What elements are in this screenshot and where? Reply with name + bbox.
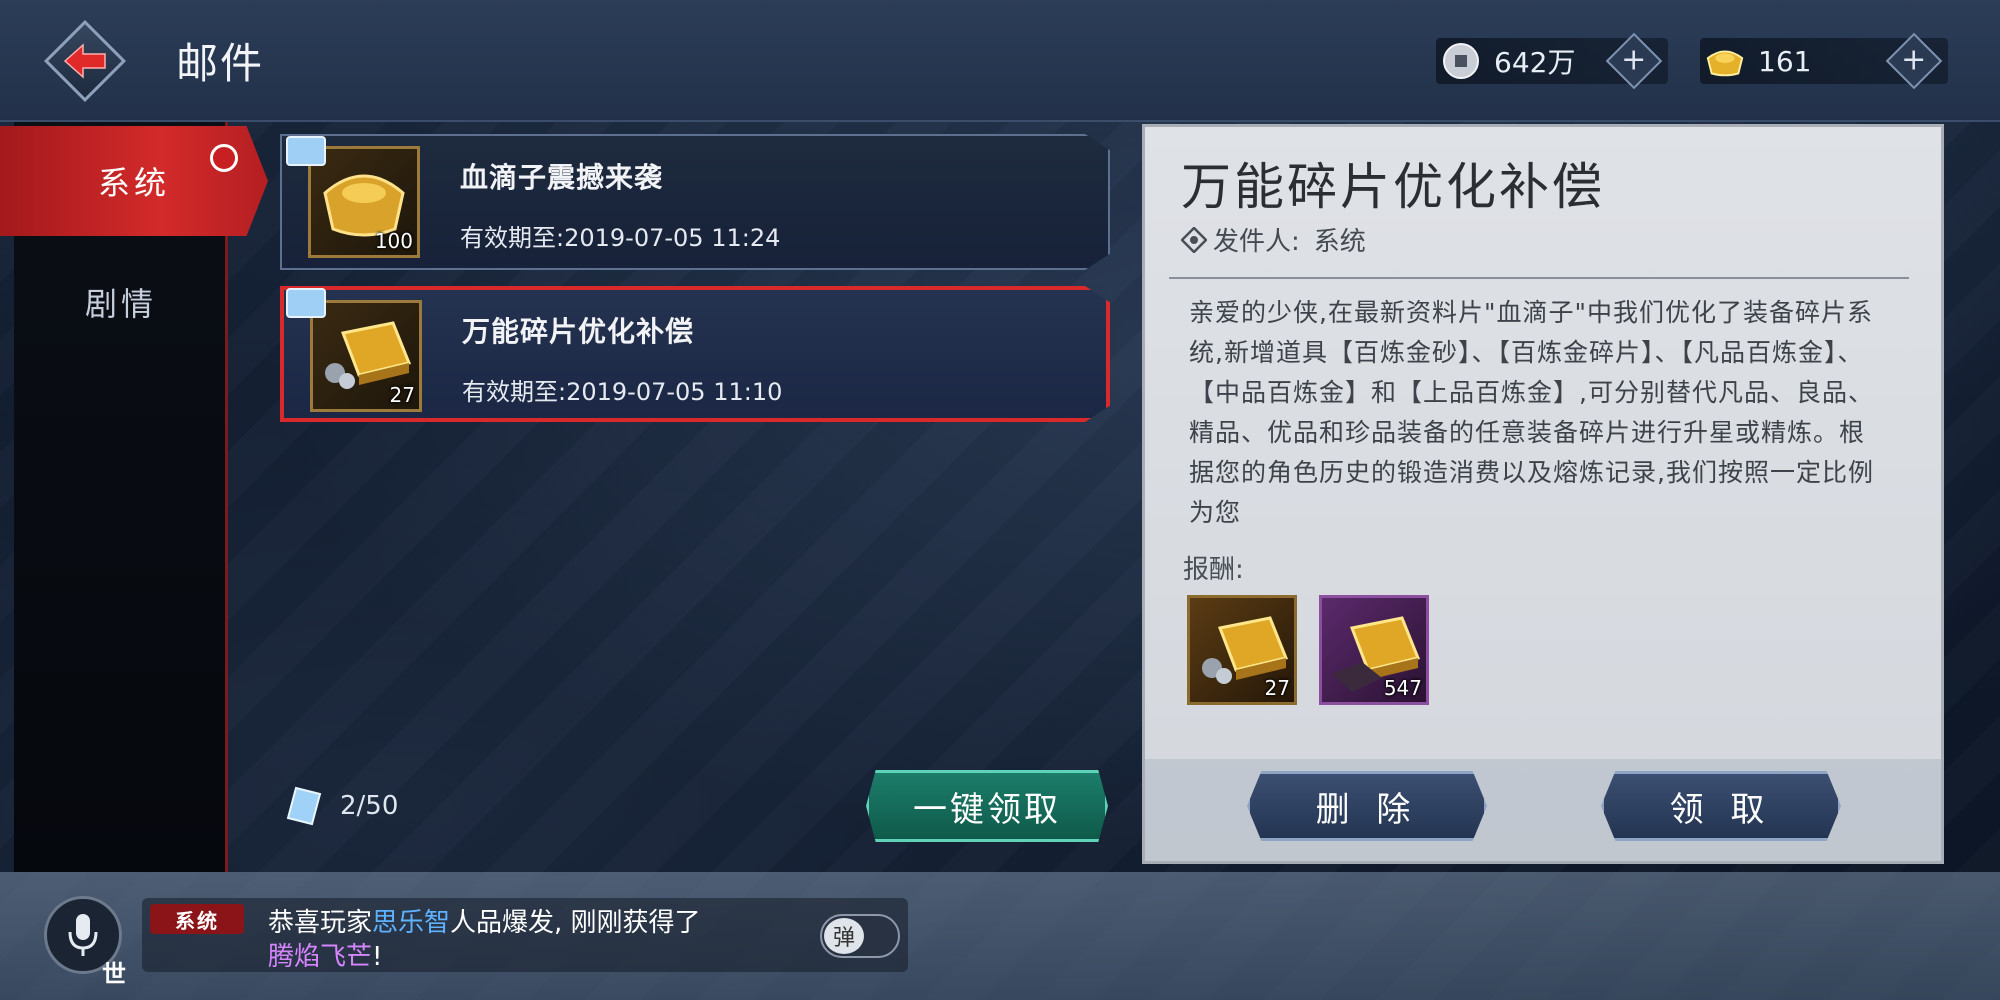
chat-message-line: 恭喜玩家思乐智人品爆发, 刚刚获得了	[268, 902, 701, 939]
sender-row: 发件人: 系统	[1181, 221, 1366, 258]
chat-text: 人品爆发, 刚刚获得了	[450, 908, 701, 938]
mail-detail-panel: 万能碎片优化补偿 发件人: 系统 亲爱的少侠,在最新资料片"血滴子"中我们优化了…	[1142, 124, 1944, 864]
coin-value: 642万	[1494, 46, 1576, 79]
page-title: 邮件	[176, 39, 265, 88]
delete-button[interactable]: 删 除	[1247, 771, 1487, 841]
unread-envelope-icon	[286, 136, 326, 166]
reward-label: 报酬:	[1183, 555, 1244, 585]
plus-icon: +	[1901, 42, 1927, 78]
gold-bar-item-icon: 27	[310, 300, 422, 412]
back-arrow-icon	[63, 43, 106, 79]
tab-system[interactable]: 系统	[0, 126, 268, 236]
mail-category-sidebar: 系统 剧情	[0, 122, 268, 872]
item-name[interactable]: 腾焰飞芒	[268, 942, 372, 972]
notification-dot	[210, 144, 238, 172]
tab-story[interactable]: 剧情	[14, 262, 228, 342]
back-button[interactable]	[43, 19, 127, 103]
mail-item-selected[interactable]: 27 万能碎片优化补偿 有效期至:2019-07-05 11:10	[280, 286, 1110, 422]
coin-display: 642万 +	[1436, 32, 1668, 90]
channel-badge: 系统	[150, 904, 244, 934]
tab-story-label: 剧情	[84, 285, 157, 323]
top-bar: 邮件 642万 + 161 +	[0, 0, 2000, 122]
toggle-knob: 弹	[824, 918, 864, 954]
unread-envelope-icon	[286, 288, 326, 318]
mail-item[interactable]: 100 血滴子震撼来袭 有效期至:2019-07-05 11:24	[280, 134, 1110, 270]
mailbox-crystal-icon	[286, 786, 322, 826]
claim-all-button[interactable]: 一键领取	[866, 770, 1108, 842]
mail-count: 2/50	[282, 784, 398, 828]
mail-count-text: 2/50	[340, 791, 399, 821]
sender-label: 发件人:	[1213, 227, 1300, 257]
sender-value: 系统	[1313, 227, 1366, 257]
microphone-icon	[68, 914, 98, 956]
reward-item[interactable]: 547	[1319, 595, 1429, 705]
detail-title: 万能碎片优化补偿	[1181, 158, 1605, 216]
item-count: 100	[374, 229, 413, 253]
divider	[1169, 277, 1909, 279]
coin-icon	[1440, 40, 1482, 82]
sender-icon	[1181, 226, 1207, 253]
mail-title: 血滴子震撼来袭	[460, 161, 664, 194]
add-coin-button[interactable]: +	[1605, 32, 1663, 90]
chat-text: !	[372, 942, 383, 972]
mail-expiry: 有效期至:2019-07-05 11:10	[462, 378, 783, 406]
barrage-toggle[interactable]: 弹	[820, 914, 900, 958]
player-name[interactable]: 思乐智	[372, 908, 450, 938]
plus-icon: +	[1621, 42, 1647, 78]
item-count: 27	[389, 383, 415, 407]
reward-count: 547	[1383, 676, 1422, 700]
chat-message-line: 腾焰飞芒!	[268, 936, 382, 973]
reward-item[interactable]: 27	[1187, 595, 1297, 705]
claim-button[interactable]: 领 取	[1601, 771, 1841, 841]
mail-expiry: 有效期至:2019-07-05 11:24	[460, 224, 781, 252]
gold-ingot-icon	[1704, 40, 1746, 82]
gold-value: 161	[1758, 44, 1812, 78]
mail-title: 万能碎片优化补偿	[462, 315, 695, 348]
reward-count: 27	[1264, 676, 1290, 700]
gold-display: 161 +	[1700, 32, 1948, 90]
tab-system-label: 系统	[97, 164, 170, 202]
chat-text: 恭喜玩家	[268, 908, 373, 938]
add-gold-button[interactable]: +	[1885, 32, 1943, 90]
world-channel-label: 世	[102, 960, 126, 988]
